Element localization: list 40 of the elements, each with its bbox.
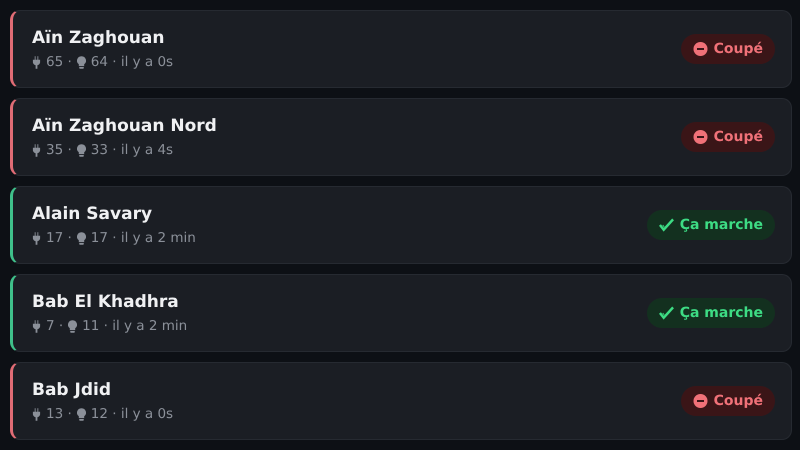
check-icon (658, 218, 674, 232)
check-icon (658, 306, 674, 320)
minus-circle-icon (692, 42, 708, 56)
station-card[interactable]: Bab El Khadhra 7 · 11 · il y a 2 min Ça marche (10, 274, 792, 352)
station-name: Bab Jdid (32, 380, 112, 400)
bulb-count-and-time: 17 · il y a 2 min (90, 230, 196, 246)
status-badge: Coupé (680, 122, 775, 152)
station-card[interactable]: Aïn Zaghouan 65 · 64 · il y a 0s Coupé (10, 10, 792, 88)
plug-icon (32, 320, 41, 332)
plug-count: 13 · (46, 406, 72, 422)
station-card[interactable]: Aïn Zaghouan Nord 35 · 33 · il y a 4s Coupé (10, 98, 792, 176)
bulb-icon (68, 320, 78, 332)
station-card[interactable]: Alain Savary 17 · 17 · il y a 2 min Ça marche (10, 186, 792, 264)
status-badge: Coupé (680, 34, 775, 64)
bulb-count-and-time: 11 · il y a 2 min (82, 318, 188, 334)
bulb-count-and-time: 64 · il y a 0s (90, 54, 174, 70)
bulb-count-and-time: 33 · il y a 4s (90, 142, 174, 158)
status-badge: Coupé (680, 386, 775, 416)
minus-circle-icon (692, 394, 708, 408)
station-card[interactable]: Bab Jdid 13 · 12 · il y a 0s Coupé (10, 362, 792, 440)
station-name: Aïn Zaghouan Nord (32, 116, 217, 136)
plug-count: 7 · (46, 318, 64, 334)
bulb-icon (76, 232, 86, 244)
plug-count: 35 · (46, 142, 72, 158)
minus-circle-icon (692, 130, 708, 144)
station-name: Alain Savary (32, 204, 154, 224)
bulb-icon (76, 144, 86, 156)
bulb-icon (76, 408, 86, 420)
plug-count: 65 · (46, 54, 72, 70)
station-name: Bab El Khadhra (32, 292, 180, 312)
plug-icon (32, 408, 41, 420)
station-name: Aïn Zaghouan (32, 28, 166, 48)
status-badge: Ça marche (646, 298, 775, 328)
status-badge: Ça marche (646, 210, 775, 240)
plug-icon (32, 144, 41, 156)
plug-icon (32, 232, 41, 244)
plug-icon (32, 56, 41, 68)
bulb-icon (76, 56, 86, 68)
plug-count: 17 · (46, 230, 72, 246)
bulb-count-and-time: 12 · il y a 0s (90, 406, 174, 422)
